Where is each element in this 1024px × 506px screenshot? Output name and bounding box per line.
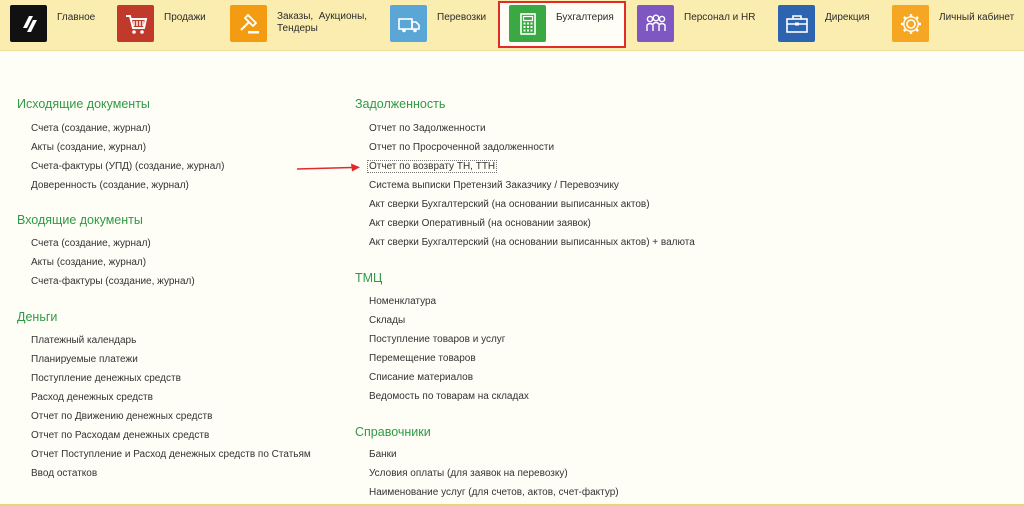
nav-label-accounting: Бухгалтерия: [556, 12, 614, 23]
link-cash-flow-report[interactable]: Отчет по Движению денежных средств: [31, 411, 212, 422]
link-cash-expenses[interactable]: Расход денежных средств: [31, 392, 153, 403]
link-reconciliation-currency[interactable]: Акт сверки Бухгалтерский (на основании в…: [369, 237, 695, 248]
link-cash-receipts[interactable]: Поступление денежных средств: [31, 373, 181, 384]
briefcase-icon: [778, 5, 815, 42]
link-incoming-invoice-factures[interactable]: Счета-фактуры (создание, журнал): [31, 276, 195, 287]
section-title-money: Деньги: [17, 310, 58, 324]
section-title-incoming-documents: Входящие документы: [17, 213, 143, 227]
link-nomenclature[interactable]: Номенклатура: [369, 296, 436, 307]
section-title-outgoing-documents: Исходящие документы: [17, 97, 150, 111]
link-debt-report[interactable]: Отчет по Задолженности: [369, 123, 486, 134]
top-navigation-bar: Главное Продажи Заказы, Аукционы, Тендер…: [0, 0, 1024, 51]
gear-icon: [892, 5, 929, 42]
link-reconciliation-accounting[interactable]: Акт сверки Бухгалтерский (на основании в…: [369, 199, 650, 210]
nav-item-sales[interactable]: Продажи: [117, 0, 217, 46]
gavel-icon: [230, 5, 267, 42]
nav-item-accounting[interactable]: Бухгалтерия: [509, 0, 624, 46]
link-outgoing-invoices[interactable]: Счета (создание, журнал): [31, 123, 151, 134]
section-title-inventory: ТМЦ: [355, 271, 383, 285]
link-service-names[interactable]: Наименование услуг (для счетов, актов, с…: [369, 487, 619, 498]
link-tn-return-report[interactable]: Отчет по возврату ТН, ТТН: [367, 160, 498, 173]
nav-item-transport[interactable]: Перевозки: [390, 0, 495, 46]
link-materials-writeoff[interactable]: Списание материалов: [369, 372, 473, 383]
nav-item-account[interactable]: Личный кабинет: [892, 0, 1022, 46]
link-stock-statement[interactable]: Ведомость по товарам на складах: [369, 391, 529, 402]
nav-label-sales: Продажи: [164, 12, 206, 23]
link-expenses-report[interactable]: Отчет по Расходам денежных средств: [31, 430, 209, 441]
link-outgoing-acts[interactable]: Акты (создание, журнал): [31, 142, 146, 153]
nav-label-orders: Заказы, Аукционы, Тендеры: [277, 11, 368, 34]
nav-label-hr: Персонал и HR: [684, 12, 756, 23]
link-incoming-invoices[interactable]: Счета (создание, журнал): [31, 238, 151, 249]
link-claims-system[interactable]: Система выписки Претензий Заказчику / Пе…: [369, 180, 619, 191]
nav-item-hr[interactable]: Персонал и HR: [637, 0, 767, 46]
nav-item-orders[interactable]: Заказы, Аукционы, Тендеры: [230, 0, 380, 46]
calculator-icon: [509, 5, 546, 42]
link-opening-balances[interactable]: Ввод остатков: [31, 468, 97, 479]
cart-icon: [117, 5, 154, 42]
nav-label-directorate: Дирекция: [825, 12, 870, 23]
link-incoming-acts[interactable]: Акты (создание, журнал): [31, 257, 146, 268]
nav-label-account: Личный кабинет: [939, 12, 1015, 23]
logo-icon: [10, 5, 47, 42]
link-overdue-debt-report[interactable]: Отчет по Просроченной задолженности: [369, 142, 554, 153]
link-goods-receipt[interactable]: Поступление товаров и услуг: [369, 334, 505, 345]
nav-label-transport: Перевозки: [437, 12, 487, 23]
link-banks[interactable]: Банки: [369, 449, 397, 460]
annotation-arrow-icon: [296, 163, 360, 172]
link-payment-terms[interactable]: Условия оплаты (для заявок на перевозку): [369, 468, 568, 479]
link-income-expense-by-items[interactable]: Отчет Поступление и Расход денежных сред…: [31, 449, 311, 460]
section-title-debt: Задолженность: [355, 97, 446, 111]
nav-item-main[interactable]: Главное: [0, 0, 110, 46]
nav-item-directorate[interactable]: Дирекция: [778, 0, 883, 46]
link-outgoing-upd[interactable]: Счета-фактуры (УПД) (создание, журнал): [31, 161, 224, 172]
link-payment-calendar[interactable]: Платежный календарь: [31, 335, 136, 346]
link-power-of-attorney[interactable]: Доверенность (создание, журнал): [31, 180, 189, 191]
link-reconciliation-operational[interactable]: Акт сверки Оперативный (на основании зая…: [369, 218, 591, 229]
people-icon: [637, 5, 674, 42]
link-warehouses[interactable]: Склады: [369, 315, 405, 326]
nav-label-main: Главное: [57, 12, 96, 23]
link-planned-payments[interactable]: Планируемые платежи: [31, 354, 138, 365]
section-title-directories: Справочники: [355, 425, 431, 439]
truck-icon: [390, 5, 427, 42]
link-goods-transfer[interactable]: Перемещение товаров: [369, 353, 476, 364]
